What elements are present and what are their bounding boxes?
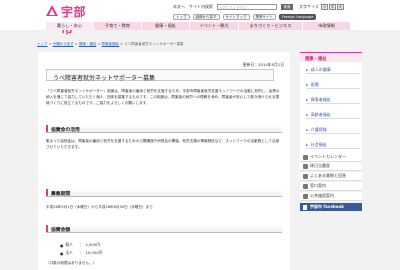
building-icon: [303, 193, 308, 199]
breadcrumb-health[interactable]: 健康・福祉: [79, 42, 97, 46]
fee-amount: 10,000円: [85, 250, 103, 255]
holiday-doctor-link[interactable]: 休日当番医: [300, 162, 362, 171]
main-content: 更新日：2014年5月1日 うべ障害者就労ネットサポーター募集 「うべ障害者就労…: [38, 52, 290, 270]
sidebar-heading: 健康・福祉: [300, 52, 362, 62]
mobile-site-link[interactable]: 携帯サイト: [252, 13, 276, 20]
nav-tab-childcare[interactable]: 子育て・教育: [94, 22, 142, 30]
fee-note: （口数の制限はありません。）: [46, 261, 97, 265]
top-link[interactable]: トップ: [173, 13, 190, 20]
global-nav: 暮らし・安心 子育て・教育 健康・福祉 イベント・観光 まちづくり・ビジネス 市…: [46, 22, 351, 30]
page-title-box: うべ障害者就労ネットサポーター募集: [46, 69, 274, 82]
counter-icon: [303, 183, 308, 189]
nav-tab-events[interactable]: イベント・観光: [190, 22, 239, 30]
arrow-icon: ▶: [306, 97, 309, 102]
sidebar-item-medical[interactable]: ▶ 医療: [306, 81, 360, 89]
event-calendar-link[interactable]: イベントカレンダー: [300, 153, 362, 162]
arrow-icon: ▶: [306, 142, 309, 147]
logo-subtitle: Ube City: [62, 15, 80, 19]
font-size-medium-button[interactable]: 中: [328, 3, 336, 10]
sidebar-item-adult-health[interactable]: ▶ 成人の健康: [306, 66, 360, 74]
nav-tab-living[interactable]: 暮らし・安心: [46, 22, 94, 30]
section-heading-text: 募集期間: [51, 191, 71, 197]
search-button[interactable]: 検索: [281, 3, 293, 10]
heading-accent: [46, 225, 48, 232]
heading-accent: [46, 125, 48, 132]
breadcrumb-category[interactable]: 分類から探す: [53, 42, 74, 46]
fee-label: 個人: [65, 242, 73, 247]
nav-tab-health[interactable]: 健康・福祉: [142, 22, 190, 30]
intro-text: 「うべ障害者就労ネットサポーター」制度は、障害者の雇用と就労を支援するため、宇部…: [46, 89, 280, 105]
updated-date: 更新日：2014年5月1日: [242, 62, 284, 67]
facebook-icon: [303, 204, 307, 210]
sidebar-heading-text: 健康・福祉: [305, 56, 327, 62]
font-size-small-button[interactable]: 小: [320, 3, 328, 10]
nav-tab-business[interactable]: まちづくり・ビジネス: [239, 22, 303, 30]
breadcrumb-top[interactable]: トップ: [37, 42, 48, 46]
section-body: 平成26年5月1日（木曜日）から平成26年6月30日（月曜日）まで: [46, 205, 153, 209]
question-icon: [303, 173, 308, 179]
section-heading: 募集期間: [46, 188, 282, 197]
arrow-icon: ▶: [306, 82, 309, 87]
faq-link[interactable]: よくある質問と回答: [300, 172, 362, 181]
facebook-link[interactable]: 宇部市 facebook: [300, 203, 362, 211]
fee-amount: 2,000円: [85, 242, 100, 247]
site-header: 宇部市 Ube City 本文へ サイト内検索 入力してください 検索 文字サイ…: [0, 0, 400, 36]
section-heading-text: 協賛金額: [51, 227, 71, 233]
fee-row-corporate: ● 法人 ： 10,000円: [60, 250, 103, 256]
ube-logo-icon: [46, 5, 58, 16]
breadcrumb-disability[interactable]: 障害者福祉: [102, 42, 120, 46]
site-search-label: サイト内検索: [189, 3, 213, 9]
sidebar-item-disability-welfare[interactable]: ▶ 障害者福祉: [306, 96, 360, 104]
foreign-language-link[interactable]: Foreign Language: [279, 13, 317, 20]
site-logo[interactable]: 宇部市 Ube City: [46, 3, 98, 36]
sitemap-link[interactable]: サイトマップ: [222, 13, 250, 20]
heading-accent: [46, 189, 48, 196]
hospital-icon: [303, 163, 308, 169]
header-links-row: トップ 組織から探す サイトマップ 携帯サイト Foreign Language: [173, 13, 319, 20]
sidebar-item-elderly-welfare[interactable]: ▶ 高齢者福祉: [306, 111, 360, 119]
section-body: 集まった協賛金は、障害者の雇用と就労を支援するための公開講座や研修会の開催、就労…: [46, 139, 280, 149]
sidebar-category-menu: 健康・福祉 ▶ 成人の健康 ▶ 医療 ▶ 障害者福祉 ▶ 高齢者福祉 ▶ 介護保険 ▶ 社会…: [300, 52, 362, 164]
breadcrumb: トップ > 分類から探す > 健康・福祉 > 障害者福祉 > うべ障害者就労ネッ…: [37, 42, 184, 46]
search-input[interactable]: 入力してください: [217, 3, 277, 10]
section-heading: 協賛金の活用: [46, 124, 282, 133]
nav-tab-city-info[interactable]: 市政情報: [303, 22, 351, 30]
fee-row-individual: ● 個人 ： 2,000円: [60, 242, 100, 248]
font-size-large-button[interactable]: 大: [336, 3, 344, 10]
font-size-label: 文字サイズ: [299, 3, 319, 9]
organization-search-link[interactable]: 組織から探す: [192, 13, 220, 20]
arrow-icon: ▶: [306, 67, 309, 72]
section-heading-text: 協賛金の活用: [51, 127, 80, 133]
fee-label: 法人: [65, 250, 73, 255]
sidebar-item-care-insurance[interactable]: ▶ 介護保険: [306, 126, 360, 134]
public-facility-link[interactable]: 公共施設案内: [300, 192, 362, 201]
logo-text: 宇部市: [61, 5, 87, 36]
arrow-icon: ▶: [306, 112, 309, 117]
calendar-icon: [303, 154, 308, 160]
breadcrumb-current: うべ障害者就労ネットサポーター募集: [124, 42, 184, 46]
section-heading: 協賛金額: [46, 224, 282, 233]
arrow-icon: ▶: [306, 127, 309, 132]
counter-guide-link[interactable]: 窓口案内: [300, 182, 362, 191]
skip-to-content-link[interactable]: 本文へ: [173, 4, 185, 10]
page-title: うべ障害者就労ネットサポーター募集: [53, 74, 156, 82]
sidebar-item-social-welfare[interactable]: ▶ 社会福祉: [306, 141, 360, 149]
utility-row: 本文へ サイト内検索 入力してください 検索 文字サイズ 小 中 大: [173, 3, 345, 10]
